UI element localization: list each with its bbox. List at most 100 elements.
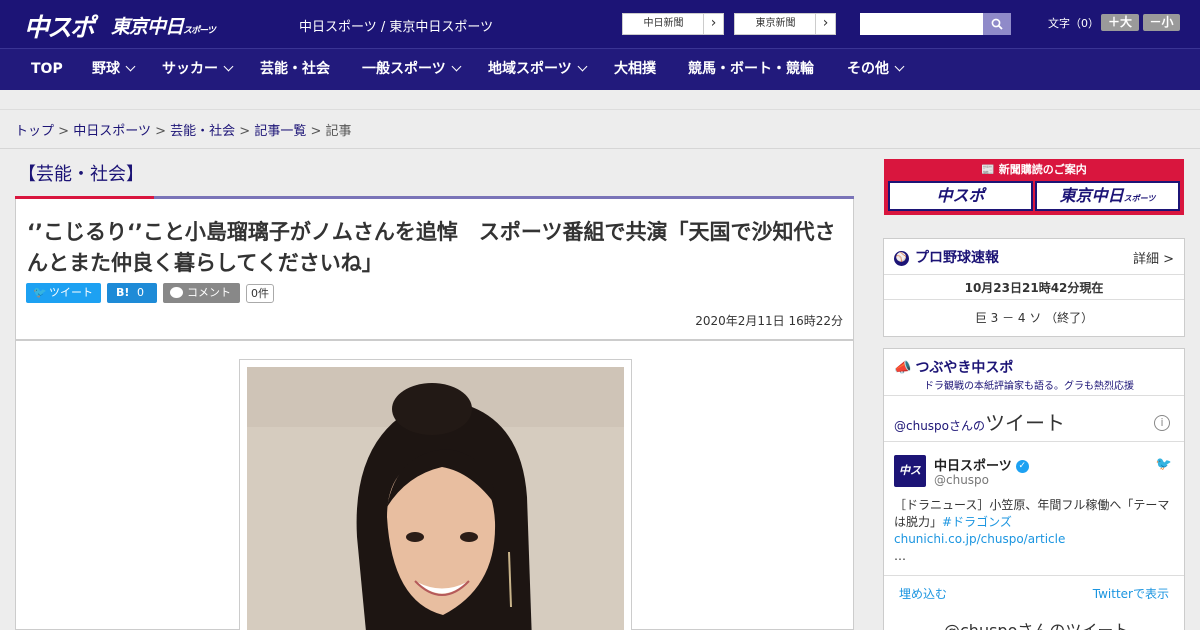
account-name[interactable]: 中日スポーツ ✓ (934, 455, 1029, 474)
divider (884, 575, 1184, 576)
chunichi-shimbun-label: 中日新聞 (623, 14, 704, 34)
tsubuyaki-title-text: つぶやき中スポ (915, 360, 1014, 376)
tokyo-chunichi-logo-text: 東京中日 (111, 16, 184, 38)
baseball-detail-link[interactable]: 詳細 > (1133, 248, 1174, 267)
chunichi-shimbun-button[interactable]: 中日新聞 › (622, 13, 724, 35)
nav-general-sports-label: 一般スポーツ (362, 61, 446, 77)
subscribe-tokyo-chunichi-label: 東京中日 (1059, 186, 1124, 205)
category-title: 【芸能・社会】 (18, 164, 144, 185)
tweet-widget-footer[interactable]: @chuspoさんのツイート (944, 617, 1129, 630)
chevron-down-icon (577, 61, 588, 72)
main-nav: TOP 野球 サッカー 芸能・社会 一般スポーツ 地域スポーツ 大相撲 競馬・ボ… (0, 48, 1200, 90)
nav-entertainment[interactable]: 芸能・社会 (260, 49, 330, 91)
baseball-title: ⚾ プロ野球速報 (894, 247, 999, 267)
chevron-down-icon (125, 61, 136, 72)
comment-count[interactable]: 0件 (246, 284, 274, 303)
breadcrumb-chuspo[interactable]: 中日スポーツ (73, 124, 151, 139)
tsubuyaki-title: 📣 つぶやき中スポ (894, 357, 1013, 377)
chevron-down-icon (223, 61, 234, 72)
breadcrumb-separator: > (155, 124, 166, 139)
hatena-bookmark-button[interactable]: B! 0 (107, 283, 157, 303)
comment-button[interactable]: コメント (163, 283, 240, 303)
sub-band (0, 90, 1200, 110)
tokyo-chunichi-logo-small: スポーツ (183, 26, 216, 36)
subscribe-tokyo-chunichi-small: スポーツ (1123, 194, 1156, 203)
nav-top[interactable]: TOP (31, 49, 63, 91)
tokyo-chunichi-logo[interactable]: 東京中日スポーツ (111, 12, 216, 39)
divider (0, 148, 1200, 149)
baseball-score[interactable]: 巨 3 － 4 ソ （終了） (884, 309, 1184, 326)
divider (884, 299, 1184, 300)
chevron-down-icon (451, 61, 462, 72)
subscription-banner-text: 新聞購読のご案内 (998, 163, 1087, 176)
nav-top-label: TOP (31, 61, 63, 77)
chevron-down-icon (894, 61, 905, 72)
nav-racing-label: 競馬・ボート・競輪 (688, 61, 814, 77)
account-handle[interactable]: @chuspo (934, 473, 989, 487)
tokyo-shimbun-label: 東京新聞 (735, 14, 816, 34)
nav-sumo-label: 大相撲 (614, 61, 656, 77)
nav-entertainment-label: 芸能・社会 (260, 61, 330, 77)
tweet-widget-title: ツイート (985, 411, 1066, 435)
twitter-widget-box: 📣 つぶやき中スポ ドラ観戦の本紙評論家も語る。グラも熱烈応援 @chuspoさん… (883, 348, 1185, 630)
font-smaller-button[interactable]: －小 (1143, 14, 1180, 31)
search-button[interactable] (983, 13, 1011, 35)
portrait-illustration (247, 367, 624, 630)
chuspo-logo[interactable]: 中スポ (24, 8, 95, 44)
photo-frame (239, 359, 632, 630)
font-size-label: 文字（0） (1048, 17, 1099, 30)
nav-baseball-label: 野球 (92, 61, 120, 77)
nav-general-sports[interactable]: 一般スポーツ (362, 49, 462, 91)
site-name[interactable]: 中日スポーツ / 東京中日スポーツ (299, 16, 493, 35)
divider (884, 395, 1184, 396)
newspaper-icon: 📰 (981, 163, 999, 176)
tweet-text-body: ［ドラニュース］小笠原、年間フル稼働へ「テーマは脱力」 (894, 498, 1170, 529)
divider (884, 274, 1184, 275)
comment-icon (170, 287, 183, 298)
breadcrumb-separator: > (310, 124, 322, 139)
tokyo-shimbun-button[interactable]: 東京新聞 › (734, 13, 836, 35)
nav-soccer[interactable]: サッカー (162, 49, 234, 91)
hatena-icon: B! (116, 286, 130, 299)
nav-regional-sports[interactable]: 地域スポーツ (488, 49, 588, 91)
nav-racing[interactable]: 競馬・ボート・競輪 (688, 49, 814, 91)
embed-link[interactable]: 埋め込む (899, 585, 947, 602)
nav-other-label: その他 (847, 61, 889, 77)
nav-regional-sports-label: 地域スポーツ (488, 61, 572, 77)
article-date: 2020年2月11日 16時22分 (695, 314, 843, 328)
tsubuyaki-subtitle: ドラ観戦の本紙評論家も語る。グラも熱烈応援 (924, 381, 1134, 392)
tweet-label: ツイート (49, 286, 93, 299)
breadcrumb-article-list[interactable]: 記事一覧 (254, 124, 306, 139)
twitter-bird-icon[interactable]: 🐦 (1156, 457, 1172, 472)
top-header: 中スポ 東京中日スポーツ 中日スポーツ / 東京中日スポーツ 中日新聞 › 東京… (0, 0, 1200, 48)
article-photo-area (15, 340, 854, 630)
nav-baseball[interactable]: 野球 (92, 49, 136, 91)
subscribe-chuspo-button[interactable]: 中スポ (888, 181, 1033, 211)
baseball-timestamp: 10月23日21時42分現在 (964, 281, 1104, 295)
avatar[interactable]: 中スポ (894, 455, 926, 509)
breadcrumb-separator: > (239, 124, 251, 139)
baseball-icon: ⚾ (894, 250, 909, 266)
nav-soccer-label: サッカー (162, 61, 218, 77)
breadcrumb-entertainment[interactable]: 芸能・社会 (170, 124, 235, 139)
breadcrumb-current: 記事 (325, 124, 352, 139)
nav-other[interactable]: その他 (847, 49, 905, 91)
subscription-banner: 📰 新聞購読のご案内 中スポ 東京中日スポーツ (884, 159, 1184, 215)
breadcrumb: トップ > 中日スポーツ > 芸能・社会 > 記事一覧 > 記事 (15, 120, 352, 139)
comment-label: コメント (187, 286, 231, 299)
tweet-widget-header[interactable]: @chuspoさんのツイート (894, 407, 1065, 436)
breadcrumb-top[interactable]: トップ (15, 124, 54, 139)
tweet-more: … (894, 549, 906, 563)
view-on-twitter-link[interactable]: Twitterで表示 (1093, 585, 1169, 602)
search-input[interactable] (860, 13, 983, 35)
font-larger-button[interactable]: ＋大 (1101, 14, 1139, 31)
breadcrumb-separator: > (58, 124, 70, 139)
info-icon[interactable]: i (1154, 415, 1170, 431)
article-photo[interactable] (247, 367, 624, 630)
tweet-button[interactable]: 🐦 ツイート (26, 283, 101, 303)
nav-sumo[interactable]: 大相撲 (614, 49, 656, 91)
subscribe-tokyo-chunichi-button[interactable]: 東京中日スポーツ (1035, 181, 1180, 211)
megaphone-icon: 📣 (894, 360, 912, 376)
tweet-widget-handle: @chuspoさんの (894, 419, 986, 433)
hatena-count: 0 (137, 286, 144, 299)
